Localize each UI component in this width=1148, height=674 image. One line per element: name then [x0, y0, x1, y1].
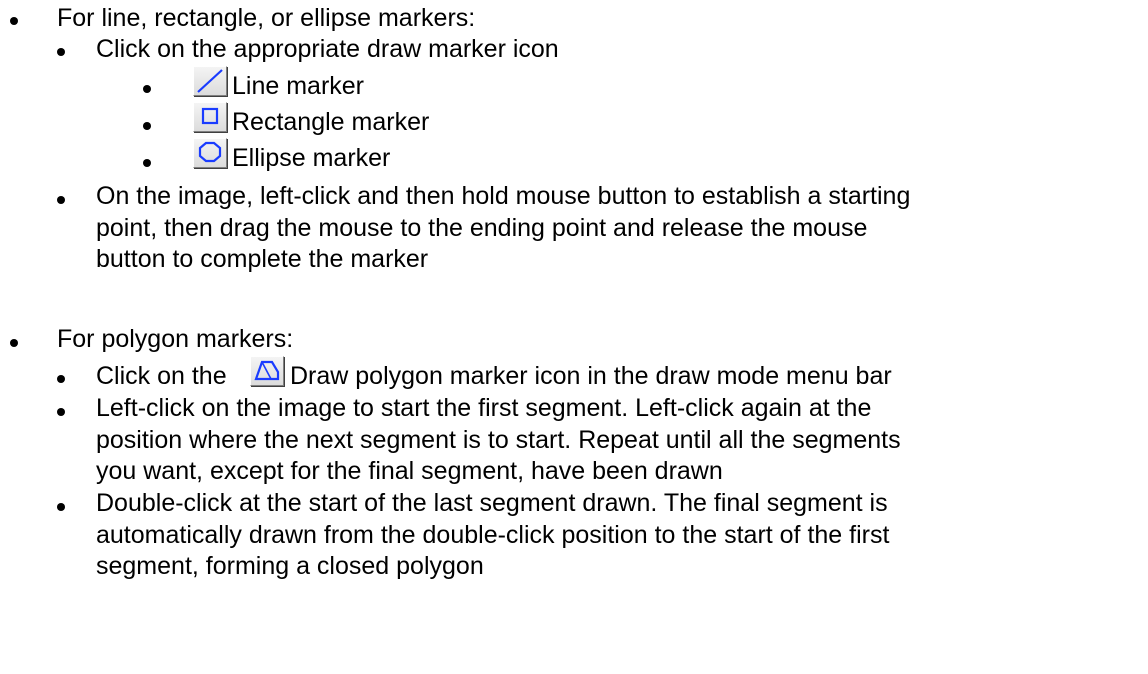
- polygon-marker-icon[interactable]: [250, 356, 284, 386]
- ellipse-marker-icon[interactable]: [193, 138, 227, 168]
- step-double-click-line2: automatically drawn from the double-clic…: [96, 521, 890, 549]
- step-click-on-prefix: Click on the: [96, 362, 227, 390]
- line-marker-icon[interactable]: [193, 66, 227, 96]
- section-heading-shapes: For line, rectangle, or ellipse markers:: [57, 4, 476, 32]
- step-drag-line2: point, then drag the mouse to the ending…: [96, 214, 868, 242]
- bullet: [10, 17, 18, 25]
- step-double-click-line3: segment, forming a closed polygon: [96, 552, 484, 580]
- step-left-click-line2: position where the next segment is to st…: [96, 426, 901, 454]
- step-drag-line3: button to complete the marker: [96, 245, 429, 273]
- step-double-click-line1: Double-click at the start of the last se…: [96, 489, 888, 517]
- step-left-click-line3: you want, except for the final segment, …: [96, 457, 723, 485]
- step-click-on-suffix: Draw polygon marker icon in the draw mod…: [290, 362, 892, 390]
- bullet: [143, 122, 151, 130]
- bullet: [57, 408, 65, 416]
- bullet: [143, 85, 151, 93]
- tool-label-line: Line marker: [232, 72, 364, 100]
- bullet: [57, 375, 65, 383]
- bullet: [143, 159, 151, 167]
- bullet: [57, 196, 65, 204]
- bullet: [57, 48, 65, 56]
- step-click-icon: Click on the appropriate draw marker ico…: [96, 35, 559, 63]
- tool-label-rectangle: Rectangle marker: [232, 108, 430, 136]
- tool-label-ellipse: Ellipse marker: [232, 144, 391, 172]
- rectangle-marker-icon[interactable]: [193, 102, 227, 132]
- step-left-click-line1: Left-click on the image to start the fir…: [96, 394, 872, 422]
- step-drag-line1: On the image, left-click and then hold m…: [96, 182, 911, 210]
- section-heading-polygon: For polygon markers:: [57, 325, 294, 353]
- bullet: [10, 339, 18, 347]
- bullet: [57, 503, 65, 511]
